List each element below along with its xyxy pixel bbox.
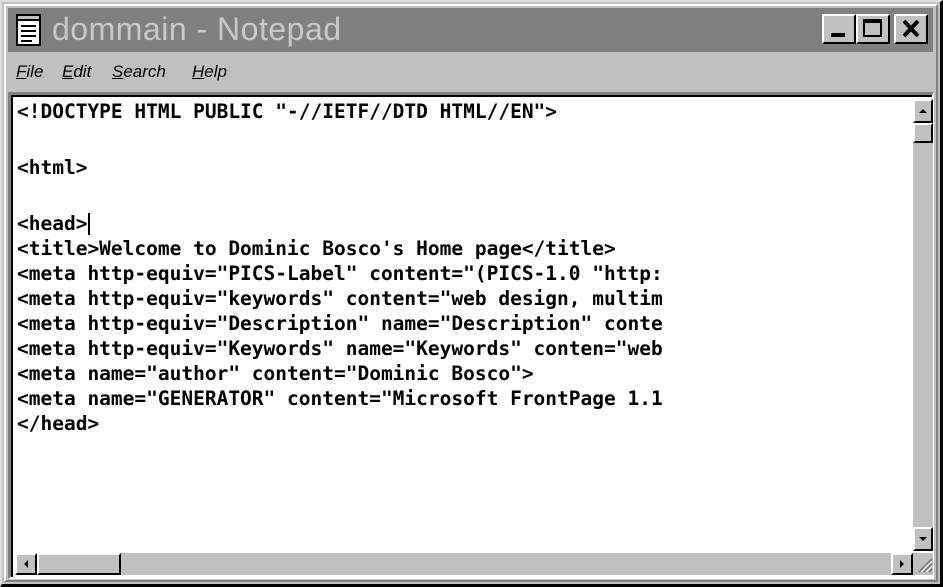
text-editor[interactable]: <!DOCTYPE HTML PUBLIC "-//IETF//DTD HTML… xyxy=(17,97,905,529)
window-title: dommain - Notepad xyxy=(52,11,342,47)
menu-edit[interactable]: Edit xyxy=(62,62,91,82)
menu-file-label: ile xyxy=(26,62,44,81)
scroll-up-button[interactable] xyxy=(913,99,933,123)
editor-line: <meta http-equiv="Description" name="Des… xyxy=(17,312,663,335)
notepad-icon[interactable] xyxy=(16,14,42,46)
menu-edit-label: dit xyxy=(73,62,92,81)
minimize-button[interactable] xyxy=(822,14,856,44)
title-bar[interactable]: dommain - Notepad xyxy=(8,8,933,52)
editor-line: <title>Welcome to Dominic Bosco's Home p… xyxy=(17,237,616,260)
menu-help-label: elp xyxy=(204,62,227,81)
editor-line: </head> xyxy=(17,412,100,435)
horizontal-scrollbar[interactable] xyxy=(15,553,913,575)
editor-line: <meta http-equiv="Keywords" name="Keywor… xyxy=(17,337,663,360)
menu-file-mnemonic: F xyxy=(16,62,27,81)
maximize-button[interactable] xyxy=(856,14,890,44)
editor-inner-frame: <!DOCTYPE HTML PUBLIC "-//IETF//DTD HTML… xyxy=(11,95,933,577)
editor-line: <meta http-equiv="PICS-Label" content="(… xyxy=(17,262,663,285)
menu-bar: File Edit Search Help xyxy=(8,54,933,90)
editor-line: <meta name="GENERATOR" content="Microsof… xyxy=(17,387,663,410)
resize-grip[interactable] xyxy=(913,553,933,575)
text-caret xyxy=(88,213,90,235)
menu-file[interactable]: File xyxy=(16,62,43,82)
editor-line: <html> xyxy=(17,156,88,179)
menu-search[interactable]: Search xyxy=(112,62,166,82)
arrow-down-icon xyxy=(919,537,927,541)
menu-search-mnemonic: S xyxy=(112,62,124,81)
menu-help-mnemonic: H xyxy=(192,62,205,81)
editor-line: <meta http-equiv="keywords" content="web… xyxy=(17,287,663,310)
menu-help[interactable]: Help xyxy=(192,62,227,82)
notepad-window: dommain - Notepad File Edit Search Help … xyxy=(0,0,943,587)
menu-edit-mnemonic: E xyxy=(62,62,74,81)
scroll-right-button[interactable] xyxy=(891,553,913,575)
resize-grip-icon xyxy=(918,558,933,573)
close-button[interactable] xyxy=(894,14,928,44)
horizontal-scroll-thumb[interactable] xyxy=(37,553,121,575)
scroll-left-button[interactable] xyxy=(15,553,37,575)
arrow-right-icon xyxy=(900,560,904,568)
minimize-icon xyxy=(831,33,845,37)
menu-search-label: earch xyxy=(123,62,166,81)
vertical-scroll-thumb[interactable] xyxy=(913,123,933,143)
editor-frame: <!DOCTYPE HTML PUBLIC "-//IETF//DTD HTML… xyxy=(8,92,934,579)
editor-line: <!DOCTYPE HTML PUBLIC "-//IETF//DTD HTML… xyxy=(17,100,558,123)
arrow-up-icon xyxy=(919,109,927,113)
editor-line: <head> xyxy=(17,212,88,235)
vertical-scrollbar[interactable] xyxy=(913,99,933,551)
maximize-icon xyxy=(863,19,882,37)
arrow-left-icon xyxy=(24,560,28,568)
scroll-down-button[interactable] xyxy=(913,527,933,551)
close-icon xyxy=(902,19,920,38)
editor-line: <meta name="author" content="Dominic Bos… xyxy=(17,362,534,385)
